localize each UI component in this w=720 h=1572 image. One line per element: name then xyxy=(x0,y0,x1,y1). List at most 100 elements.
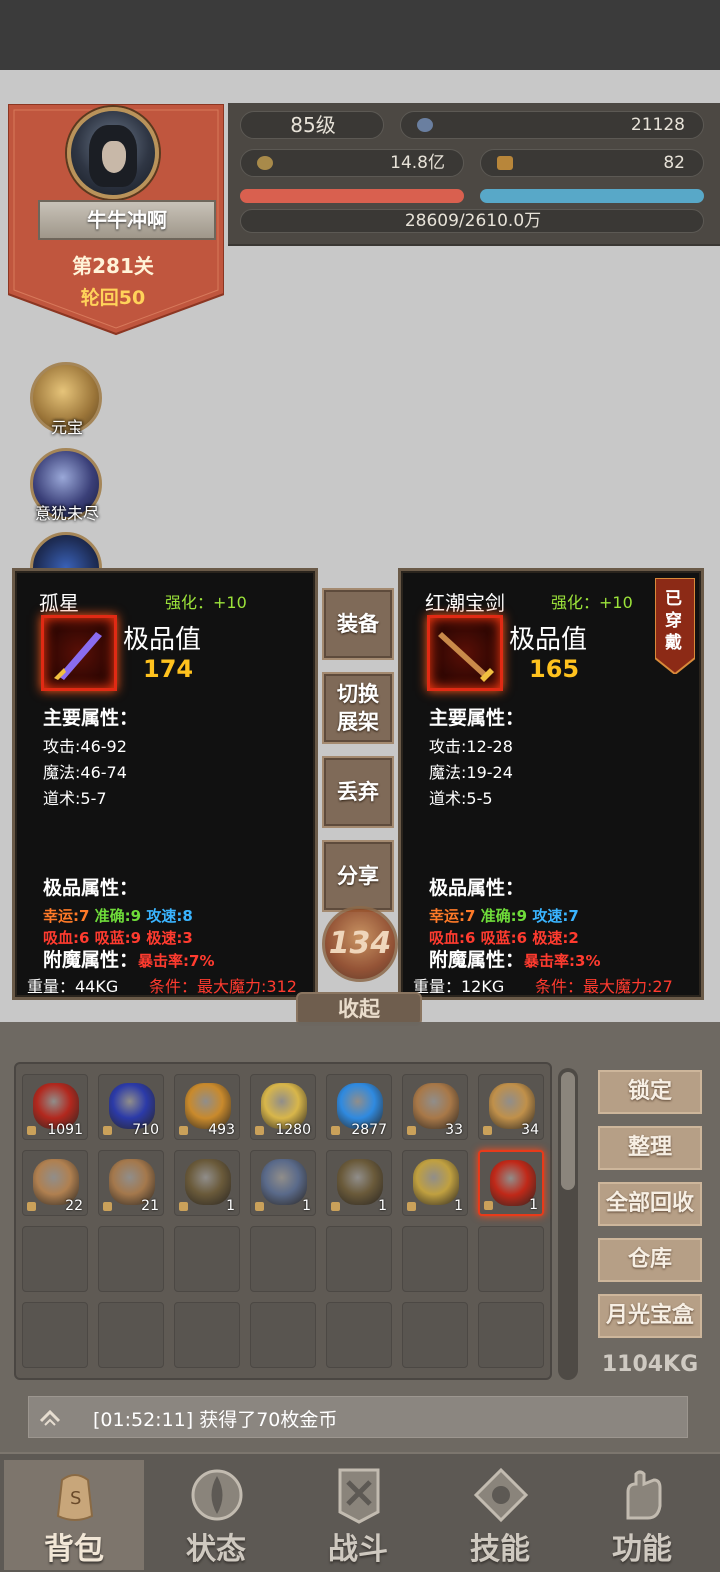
avatar[interactable] xyxy=(67,107,159,199)
recycle-all-button[interactable]: 全部回收 xyxy=(598,1182,702,1226)
inventory-slot-empty[interactable] xyxy=(326,1302,392,1368)
inventory-slot-empty[interactable] xyxy=(250,1226,316,1292)
inventory-item[interactable]: 1280 xyxy=(250,1074,316,1140)
item-quantity: 22 xyxy=(65,1198,83,1214)
inventory-item[interactable]: 22 xyxy=(22,1150,88,1216)
gold-coin-icon xyxy=(257,156,273,170)
attr-taoism: 道术:5-7 xyxy=(43,789,107,808)
inventory-slot-empty[interactable] xyxy=(98,1302,164,1368)
grade-label: 极品值 xyxy=(123,625,202,655)
item-quantity: 34 xyxy=(521,1122,539,1138)
item-quantity: 1280 xyxy=(275,1122,311,1138)
inventory-slot-empty[interactable] xyxy=(22,1226,88,1292)
inventory-item[interactable]: 1 xyxy=(326,1150,392,1216)
inventory-slot-empty[interactable] xyxy=(250,1302,316,1368)
inventory-item[interactable]: 1 xyxy=(402,1150,468,1216)
yiyouweijin-label: 意犹未尽 xyxy=(34,504,99,523)
attr-taoism: 道术:5-5 xyxy=(429,789,493,808)
item-quantity: 33 xyxy=(445,1122,463,1138)
inventory-slot-empty[interactable] xyxy=(402,1302,468,1368)
inventory-slot-empty[interactable] xyxy=(478,1302,544,1368)
crossed-swords-icon xyxy=(338,1468,380,1524)
inventory-item[interactable]: 493 xyxy=(174,1074,240,1140)
inventory-item[interactable]: 1 xyxy=(174,1150,240,1216)
inventory-item[interactable]: 1 xyxy=(478,1150,544,1216)
inventory-item[interactable]: 1 xyxy=(250,1150,316,1216)
item-icon xyxy=(337,1159,383,1205)
inventory-slot-empty[interactable] xyxy=(402,1226,468,1292)
inventory-scrollbar[interactable] xyxy=(558,1068,578,1380)
equipped-text: 已穿戴 xyxy=(665,589,682,653)
collapse-button[interactable]: 收起 xyxy=(296,992,422,1026)
inventory-item[interactable]: 21 xyxy=(98,1150,164,1216)
inventory-slot-empty[interactable] xyxy=(478,1226,544,1292)
rare-attack-speed: 攻速:7 xyxy=(532,907,579,925)
attr-magic: 魔法:46-74 xyxy=(43,763,127,782)
item-quantity: 2877 xyxy=(351,1122,387,1138)
item-icon xyxy=(185,1159,231,1205)
mp-bar xyxy=(480,189,704,203)
rare-accuracy: 准确:9 xyxy=(94,907,142,925)
message-bar[interactable]: [01:52:11] 获得了70枚金币 xyxy=(28,1396,688,1438)
share-button[interactable]: 分享 xyxy=(322,840,394,912)
item-weight: 重量：12KG xyxy=(413,977,505,996)
tab-status[interactable]: 状态 xyxy=(146,1460,286,1570)
lock-icon xyxy=(103,1126,112,1135)
lock-button[interactable]: 锁定 xyxy=(598,1070,702,1114)
svg-text:S: S xyxy=(70,1488,81,1509)
main-attrs-title: 主要属性： xyxy=(43,707,139,729)
item-quantity: 493 xyxy=(208,1122,235,1138)
switch-display-button[interactable]: 切换 展架 xyxy=(322,672,394,744)
tab-skills[interactable]: 技能 xyxy=(430,1460,570,1570)
main-attrs-title: 主要属性： xyxy=(429,707,525,729)
exp-text: 28609/2610.0万 xyxy=(404,211,542,231)
equip-button[interactable]: 装备 xyxy=(322,588,394,660)
tab-skills-label: 技能 xyxy=(470,1532,530,1567)
discard-button[interactable]: 丢弃 xyxy=(322,756,394,828)
status-panel: 85级 21128 14.8亿 82 28609/2610.0万 xyxy=(228,103,720,246)
tab-functions[interactable]: 功能 xyxy=(572,1460,712,1570)
switch-line-1: 切换 xyxy=(337,682,379,706)
item-quantity: 1 xyxy=(529,1197,538,1213)
inventory-slot-empty[interactable] xyxy=(174,1302,240,1368)
yuanbao-button[interactable]: 元宝 xyxy=(24,362,110,442)
sword-icon xyxy=(41,615,117,691)
warehouse-button[interactable]: 仓库 xyxy=(598,1238,702,1282)
lock-icon xyxy=(255,1202,264,1211)
enchant-value: 暴击率:7% xyxy=(138,952,215,970)
yiyouweijin-button[interactable]: 意犹未尽 xyxy=(24,448,110,528)
scrollbar-thumb[interactable] xyxy=(561,1072,575,1190)
item-name: 红潮宝剑 xyxy=(425,591,505,615)
player-name: 牛牛冲啊 xyxy=(38,200,216,240)
lock-icon xyxy=(483,1126,492,1135)
enchant-label: 附魔属性： xyxy=(429,949,525,971)
chevron-up-icon xyxy=(39,1409,61,1426)
tab-battle[interactable]: 战斗 xyxy=(288,1460,428,1570)
inventory-slot-empty[interactable] xyxy=(326,1226,392,1292)
status-icon xyxy=(191,1469,243,1521)
bag-icon: S xyxy=(56,1474,94,1521)
tab-bag-label: 背包 xyxy=(44,1532,104,1567)
inventory-item[interactable]: 710 xyxy=(98,1074,164,1140)
skill-diamond-icon xyxy=(473,1467,529,1523)
inventory-slot-empty[interactable] xyxy=(174,1226,240,1292)
rare-line-1: 幸运:7 准确:9 攻速:8 xyxy=(43,905,193,926)
item-quantity: 21 xyxy=(141,1198,159,1214)
avatar-face xyxy=(102,141,126,173)
ingot-value: 82 xyxy=(663,153,685,173)
tab-bag[interactable]: S 背包 xyxy=(4,1460,144,1570)
grade-score: 174 xyxy=(143,655,194,683)
level-pill: 85级 xyxy=(240,111,384,139)
rare-attrs-title: 极品属性： xyxy=(43,877,139,899)
moonlight-box-button[interactable]: 月光宝盒 xyxy=(598,1294,702,1338)
inventory-item[interactable]: 33 xyxy=(402,1074,468,1140)
inventory-item[interactable]: 1091 xyxy=(22,1074,88,1140)
inventory-item[interactable]: 34 xyxy=(478,1074,544,1140)
inventory-slot-empty[interactable] xyxy=(22,1302,88,1368)
inventory-item[interactable]: 2877 xyxy=(326,1074,392,1140)
item-quantity: 1 xyxy=(302,1198,311,1214)
sort-button[interactable]: 整理 xyxy=(598,1126,702,1170)
ingot-icon xyxy=(497,156,513,170)
inventory-slot-empty[interactable] xyxy=(98,1226,164,1292)
hp-bar xyxy=(240,189,464,203)
